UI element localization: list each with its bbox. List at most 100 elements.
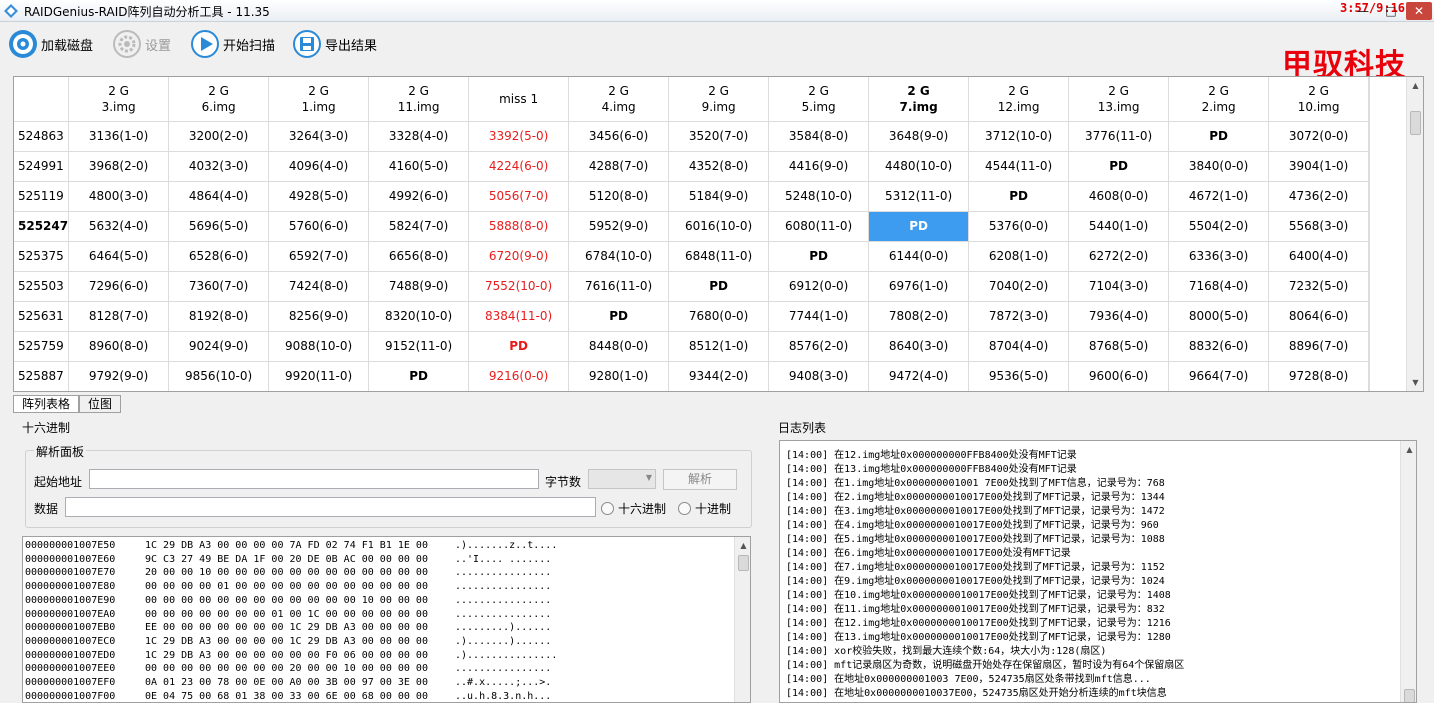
grid-cell[interactable]: PD [1168,121,1270,152]
scroll-up-icon[interactable]: ▲ [1401,441,1416,458]
grid-column-header[interactable]: miss 1 [468,77,570,122]
grid-column-header[interactable]: 2 G 1.img [268,77,370,122]
tab-array-table[interactable]: 阵列表格 [13,395,80,413]
grid-cell[interactable]: 7040(2-0) [968,271,1070,302]
grid-cell[interactable]: 9408(3-0) [768,361,870,391]
radio-hex[interactable]: 十六进制 [601,500,666,517]
grid-cell[interactable]: 8896(7-0) [1268,331,1370,362]
grid-cell[interactable]: 9536(5-0) [968,361,1070,391]
grid-cell[interactable]: 7552(10-0) [468,271,570,302]
grid-cell[interactable]: 9024(9-0) [168,331,270,362]
grid-cell[interactable]: 3840(0-0) [1168,151,1270,182]
grid-cell[interactable]: 3904(1-0) [1268,151,1370,182]
byte-count-select[interactable]: ▼ [588,469,656,489]
export-button[interactable]: 导出结果 [292,28,377,60]
radio-dec[interactable]: 十进制 [678,500,731,517]
grid-cell[interactable]: 9344(2-0) [668,361,770,391]
grid-cell[interactable]: 5440(1-0) [1068,211,1170,242]
grid-cell[interactable]: 8384(11-0) [468,301,570,332]
table-row[interactable]: 525119 4800(3-0) 4864(4-0) 4928(5-0) 4992(6-… [14,181,1371,212]
grid-cell[interactable]: 4864(4-0) [168,181,270,212]
grid-cell[interactable]: 6528(6-0) [168,241,270,272]
grid-cell[interactable]: 6848(11-0) [668,241,770,272]
grid-cell[interactable]: 5952(9-0) [568,211,670,242]
grid-cell[interactable]: 7616(11-0) [568,271,670,302]
grid-column-header[interactable]: 2 G 7.img [868,77,970,122]
grid-cell[interactable]: 4096(4-0) [268,151,370,182]
grid-cell[interactable]: 6976(1-0) [868,271,970,302]
grid-column-header[interactable]: 2 G 9.img [668,77,770,122]
grid-cell[interactable]: 7360(7-0) [168,271,270,302]
grid-cell[interactable]: 5056(7-0) [468,181,570,212]
grid-cell[interactable]: 4032(3-0) [168,151,270,182]
grid-cell[interactable]: PD [968,181,1070,212]
data-input[interactable] [65,497,596,517]
grid-cell[interactable]: 5376(0-0) [968,211,1070,242]
grid-cell[interactable]: 6080(11-0) [768,211,870,242]
grid-column-header[interactable]: 2 G 10.img [1268,77,1370,122]
grid-cell[interactable]: PD [868,211,970,242]
grid-cell[interactable]: 6272(2-0) [1068,241,1170,272]
scroll-up-icon[interactable]: ▲ [735,537,750,554]
grid-cell[interactable]: 6720(9-0) [468,241,570,272]
grid-cell[interactable]: PD [668,271,770,302]
grid-cell[interactable]: PD [368,361,470,391]
grid-cell[interactable]: 6656(8-0) [368,241,470,272]
grid-cell[interactable]: 8064(6-0) [1268,301,1370,332]
grid-cell[interactable]: 8192(8-0) [168,301,270,332]
grid-cell[interactable]: 6016(10-0) [668,211,770,242]
grid-cell[interactable]: 8320(10-0) [368,301,470,332]
grid-cell[interactable]: 3776(11-0) [1068,121,1170,152]
grid-cell[interactable]: 9280(1-0) [568,361,670,391]
grid-cell[interactable]: 9920(11-0) [268,361,370,391]
table-row[interactable]: 525247 5632(4-0) 5696(5-0) 5760(6-0) 5824(7-… [14,211,1371,242]
grid-cell[interactable]: 3392(5-0) [468,121,570,152]
grid-cell[interactable]: 3072(0-0) [1268,121,1370,152]
grid-cell[interactable]: 7168(4-0) [1168,271,1270,302]
grid-cell[interactable]: 9472(4-0) [868,361,970,391]
grid-cell[interactable]: 4608(0-0) [1068,181,1170,212]
grid-cell[interactable]: 4736(2-0) [1268,181,1370,212]
grid-cell[interactable]: 3456(6-0) [568,121,670,152]
grid-cell[interactable]: 3200(2-0) [168,121,270,152]
grid-cell[interactable]: 4992(6-0) [368,181,470,212]
grid-cell[interactable]: 4480(10-0) [868,151,970,182]
hex-dump-view[interactable]: 000000001007F00 0E 04 75 00 68 01 38 00 3… [22,536,751,703]
grid-cell[interactable]: 9088(10-0) [268,331,370,362]
grid-cell[interactable]: 6208(1-0) [968,241,1070,272]
grid-cell[interactable]: 5248(10-0) [768,181,870,212]
log-scroll-thumb[interactable] [1404,689,1415,702]
grid-cell[interactable]: 8512(1-0) [668,331,770,362]
start-scan-button[interactable]: 开始扫描 [190,28,275,60]
grid-cell[interactable]: 8832(6-0) [1168,331,1270,362]
grid-column-header[interactable]: 2 G 4.img [568,77,670,122]
grid-cell[interactable]: 5824(7-0) [368,211,470,242]
hex-scrollbar[interactable]: ▲ [734,537,750,702]
load-disk-button[interactable]: 加载磁盘 [8,28,93,60]
grid-cell[interactable]: 7680(0-0) [668,301,770,332]
grid-cell[interactable]: 6144(0-0) [868,241,970,272]
grid-cell[interactable]: 4288(7-0) [568,151,670,182]
grid-cell[interactable]: PD [468,331,570,362]
grid-cell[interactable]: 3584(8-0) [768,121,870,152]
grid-cell[interactable]: 8256(9-0) [268,301,370,332]
grid-cell[interactable]: 7808(2-0) [868,301,970,332]
grid-cell[interactable]: PD [1068,151,1170,182]
close-button[interactable]: ✕ [1406,2,1432,20]
hex-scroll-thumb[interactable] [738,555,749,571]
grid-cell[interactable]: 4352(8-0) [668,151,770,182]
grid-cell[interactable]: 9152(11-0) [368,331,470,362]
grid-column-header[interactable]: 2 G 13.img [1068,77,1170,122]
start-address-input[interactable] [89,469,539,489]
grid-cell[interactable]: 8960(8-0) [68,331,170,362]
tab-bitmap[interactable]: 位图 [79,395,122,413]
grid-cell[interactable]: 9664(7-0) [1168,361,1270,391]
grid-cell[interactable]: 7104(3-0) [1068,271,1170,302]
grid-cell[interactable]: 3648(9-0) [868,121,970,152]
raid-array-grid[interactable]: 2 G 3.img 2 G 6.img 2 G 1.img 2 G 11.img miss 12… [13,76,1424,392]
minimize-button[interactable]: — [1350,2,1376,20]
grid-cell[interactable]: 4544(11-0) [968,151,1070,182]
grid-column-header[interactable]: 2 G 12.img [968,77,1070,122]
settings-button[interactable]: 设置 [112,28,171,60]
grid-cell[interactable]: 4224(6-0) [468,151,570,182]
